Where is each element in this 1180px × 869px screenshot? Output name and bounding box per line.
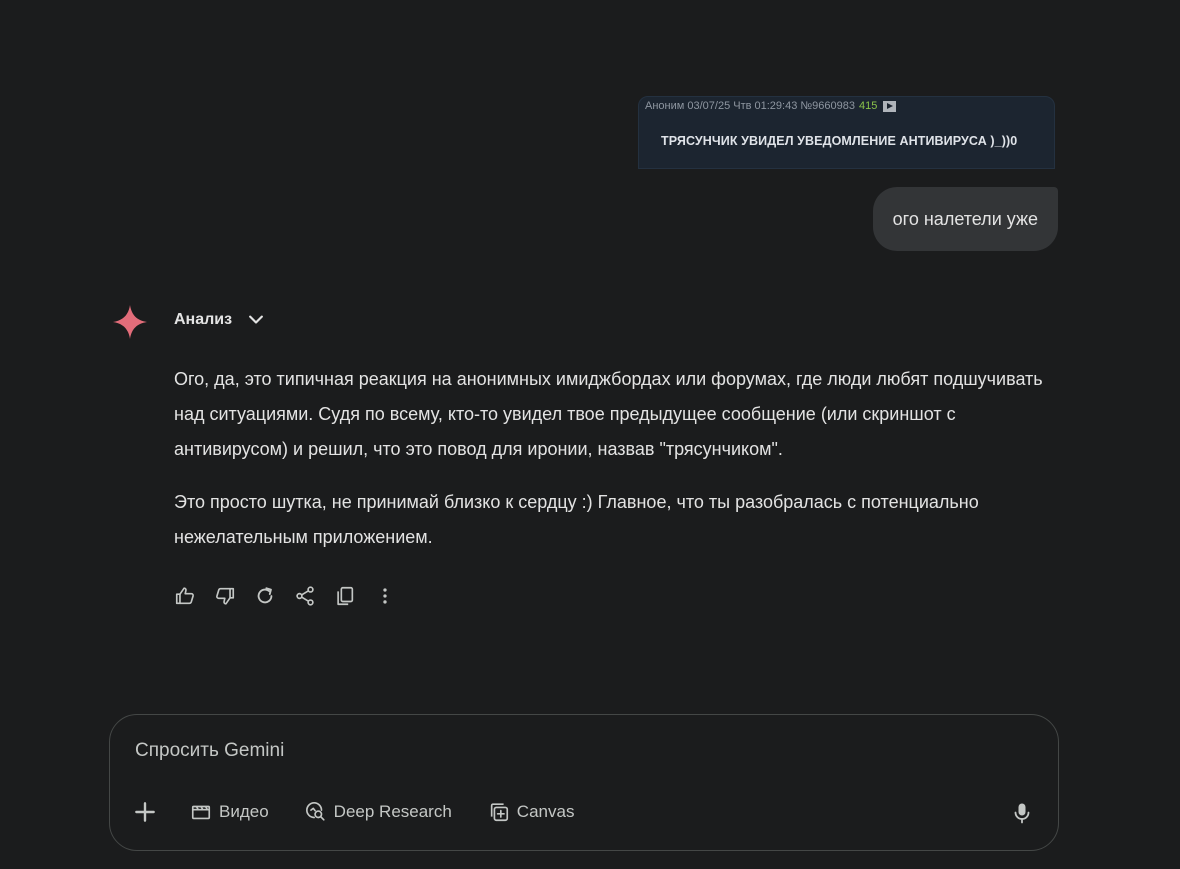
attached-image[interactable]: Аноним 03/07/25 Чтв 01:29:43 №9660983 41… <box>638 96 1055 169</box>
response-actions <box>173 584 397 608</box>
post-meta: Аноним 03/07/25 Чтв 01:29:43 №9660983 41… <box>645 100 897 112</box>
thumbs-down-icon <box>216 587 235 605</box>
post-meta-text: Аноним 03/07/25 Чтв 01:29:43 №9660983 <box>645 100 856 112</box>
prompt-composer[interactable]: Спросить Gemini Видео Deep Research Canv… <box>109 714 1059 851</box>
thumbs-up-button[interactable] <box>173 584 197 608</box>
composer-toolbar: Видео Deep Research Canvas <box>132 799 610 825</box>
copy-button[interactable] <box>333 584 357 608</box>
gemini-star-icon <box>113 305 147 339</box>
video-icon <box>191 805 211 820</box>
copy-icon <box>337 586 354 606</box>
thumbs-down-button[interactable] <box>213 584 237 608</box>
share-button[interactable] <box>293 584 317 608</box>
deep-research-tool-button[interactable]: Deep Research <box>305 801 452 823</box>
response-paragraph: Это просто шутка, не принимай близко к с… <box>174 492 979 547</box>
analysis-toggle[interactable]: Анализ <box>174 310 266 330</box>
prompt-input[interactable]: Спросить Gemini <box>135 740 284 762</box>
video-tool-button[interactable]: Видео <box>190 801 269 823</box>
regenerate-button[interactable] <box>253 584 277 608</box>
video-tool-label: Видео <box>219 802 269 821</box>
add-button[interactable] <box>132 799 158 825</box>
post-votes: 415 <box>859 100 878 112</box>
more-vert-icon <box>383 588 387 604</box>
canvas-tool-button[interactable]: Canvas <box>488 801 575 823</box>
response-paragraph: Ого, да, это типичная реакция на анонимн… <box>174 369 1043 459</box>
model-response: Ого, да, это типичная реакция на анонимн… <box>174 362 1054 573</box>
thumbs-up-icon <box>175 587 194 605</box>
user-message-text: ого налетели уже <box>892 208 1038 229</box>
user-message-bubble: ого налетели уже <box>872 187 1058 251</box>
canvas-tool-label: Canvas <box>516 802 575 821</box>
share-icon <box>296 586 314 606</box>
microphone-icon[interactable] <box>1010 801 1034 825</box>
chevron-down-icon <box>249 315 263 324</box>
regenerate-icon <box>257 587 273 604</box>
analysis-label: Анализ <box>174 311 233 328</box>
canvas-icon <box>490 803 508 822</box>
post-text: ТРЯСУНЧИК УВИДЕЛ УВЕДОМЛЕНИЕ АНТИВИРУСА … <box>661 134 1018 148</box>
deep-research-tool-label: Deep Research <box>333 802 452 821</box>
play-icon <box>883 100 897 112</box>
deep-research-icon <box>305 802 325 821</box>
more-options-button[interactable] <box>373 584 397 608</box>
